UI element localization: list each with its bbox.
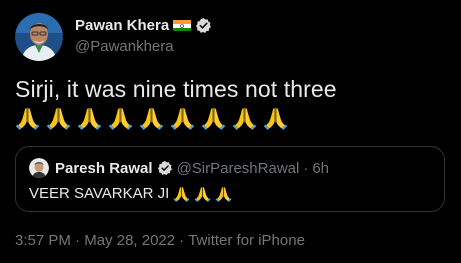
folded-hands-emoji-icon [173,185,190,202]
folded-hands-emoji-icon [77,105,102,130]
folded-hands-emoji-icon [108,105,133,130]
folded-hands-emoji-icon [46,105,71,130]
tweet-date[interactable]: May 28, 2022 [84,232,175,249]
folded-hands-emoji-icon [215,185,232,202]
footer-separator: · [179,232,185,249]
folded-hands-emoji-icon [194,185,211,202]
avatar-image [15,13,63,61]
quoted-tweet-text: VEER SAVARKAR JI [29,185,232,202]
tweet: Pawan Khera @Pawankhera Sirji, it was ni… [0,0,461,263]
tweet-source[interactable]: Twitter for iPhone [188,232,305,249]
folded-hands-emoji-icon [201,105,226,130]
tweet-time[interactable]: 3:57 PM [15,232,71,249]
folded-hands-emoji-icon [232,105,257,130]
author-name[interactable]: Pawan Khera [75,17,169,34]
folded-hands-emoji-icon [15,105,40,130]
author-name-row: Pawan Khera [75,15,212,35]
quoted-author-avatar [29,158,49,178]
footer-separator: · [75,232,81,249]
folded-hands-emoji-icon [139,105,164,130]
quoted-text-content: VEER SAVARKAR JI [29,185,170,202]
quoted-separator: · [303,159,309,177]
folded-hands-emoji-icon [263,105,288,130]
quoted-author-name: Paresh Rawal [55,159,153,177]
author-avatar[interactable] [15,13,63,61]
quoted-tweet-header: Paresh Rawal @SirPareshRawal · 6h [29,158,329,178]
tweet-header: Pawan Khera @Pawankhera [75,15,212,55]
quoted-time-ago: 6h [312,159,330,177]
author-handle[interactable]: @Pawankhera [75,38,212,55]
emoji-row [15,105,288,130]
tweet-footer: 3:57 PM · May 28, 2022 · Twitter for iPh… [15,232,305,249]
folded-hands-emoji-icon [170,105,195,130]
verified-badge-icon [157,160,173,176]
quoted-author-handle: @SirPareshRawal [176,159,300,177]
quoted-tweet[interactable]: Paresh Rawal @SirPareshRawal · 6h VEER S… [15,146,445,212]
tweet-text: Sirji, it was nine times not three [15,76,337,102]
verified-badge-icon [195,17,212,34]
india-flag-icon [173,19,192,31]
